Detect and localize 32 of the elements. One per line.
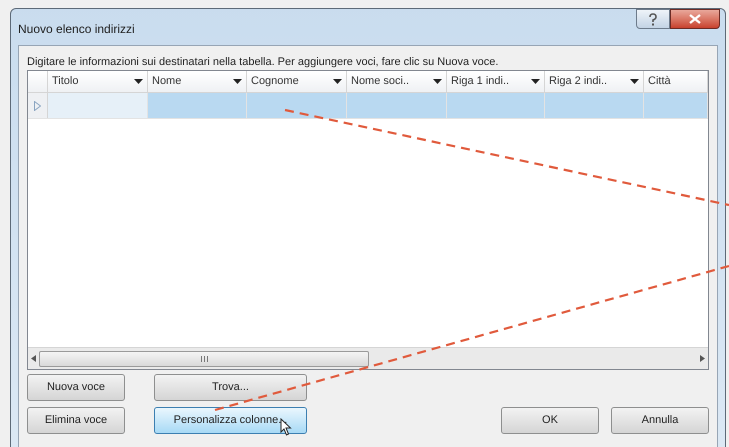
column-header[interactable]: Cognome bbox=[247, 71, 347, 92]
help-icon bbox=[648, 12, 658, 26]
column-header[interactable]: Riga 1 indi.. bbox=[447, 71, 545, 92]
dropdown-arrow-icon bbox=[531, 79, 540, 84]
row-pointer-icon bbox=[34, 100, 41, 110]
close-icon bbox=[689, 14, 701, 24]
column-header[interactable]: Titolo bbox=[48, 71, 148, 92]
dropdown-arrow-icon bbox=[433, 79, 442, 84]
scroll-left-icon[interactable] bbox=[31, 355, 36, 362]
table-cell[interactable] bbox=[48, 93, 148, 118]
dropdown-arrow-icon bbox=[233, 79, 242, 84]
help-button[interactable] bbox=[636, 9, 670, 29]
column-header[interactable]: Città bbox=[644, 71, 708, 92]
dialog-button[interactable]: Nuova voce bbox=[27, 374, 125, 401]
dropdown-arrow-icon bbox=[630, 79, 639, 84]
dialog-button[interactable]: Trova... bbox=[154, 374, 307, 401]
window-title: Nuovo elenco indirizzi bbox=[18, 21, 135, 38]
column-header[interactable]: Riga 2 indi.. bbox=[545, 71, 644, 92]
column-header[interactable]: Nome bbox=[148, 71, 247, 92]
scroll-right-icon[interactable] bbox=[700, 355, 705, 362]
dialog-button[interactable]: Elimina voce bbox=[27, 407, 125, 434]
horizontal-scrollbar[interactable] bbox=[28, 347, 708, 369]
dropdown-arrow-icon bbox=[134, 79, 143, 84]
scrollbar-thumb[interactable] bbox=[39, 350, 369, 366]
grip-icon bbox=[200, 356, 208, 362]
column-header[interactable]: Nome soci.. bbox=[347, 71, 447, 92]
table-row[interactable] bbox=[28, 93, 708, 119]
dropdown-arrow-icon bbox=[333, 79, 342, 84]
close-button[interactable] bbox=[670, 9, 720, 29]
dialog-button[interactable]: Annulla bbox=[611, 407, 709, 434]
dialog-button[interactable]: OK bbox=[501, 407, 599, 434]
instructions-text: Digitare le informazioni sui destinatari nella tabella. Per aggiungere voci, fare clic su Nuova voce. bbox=[27, 55, 500, 70]
